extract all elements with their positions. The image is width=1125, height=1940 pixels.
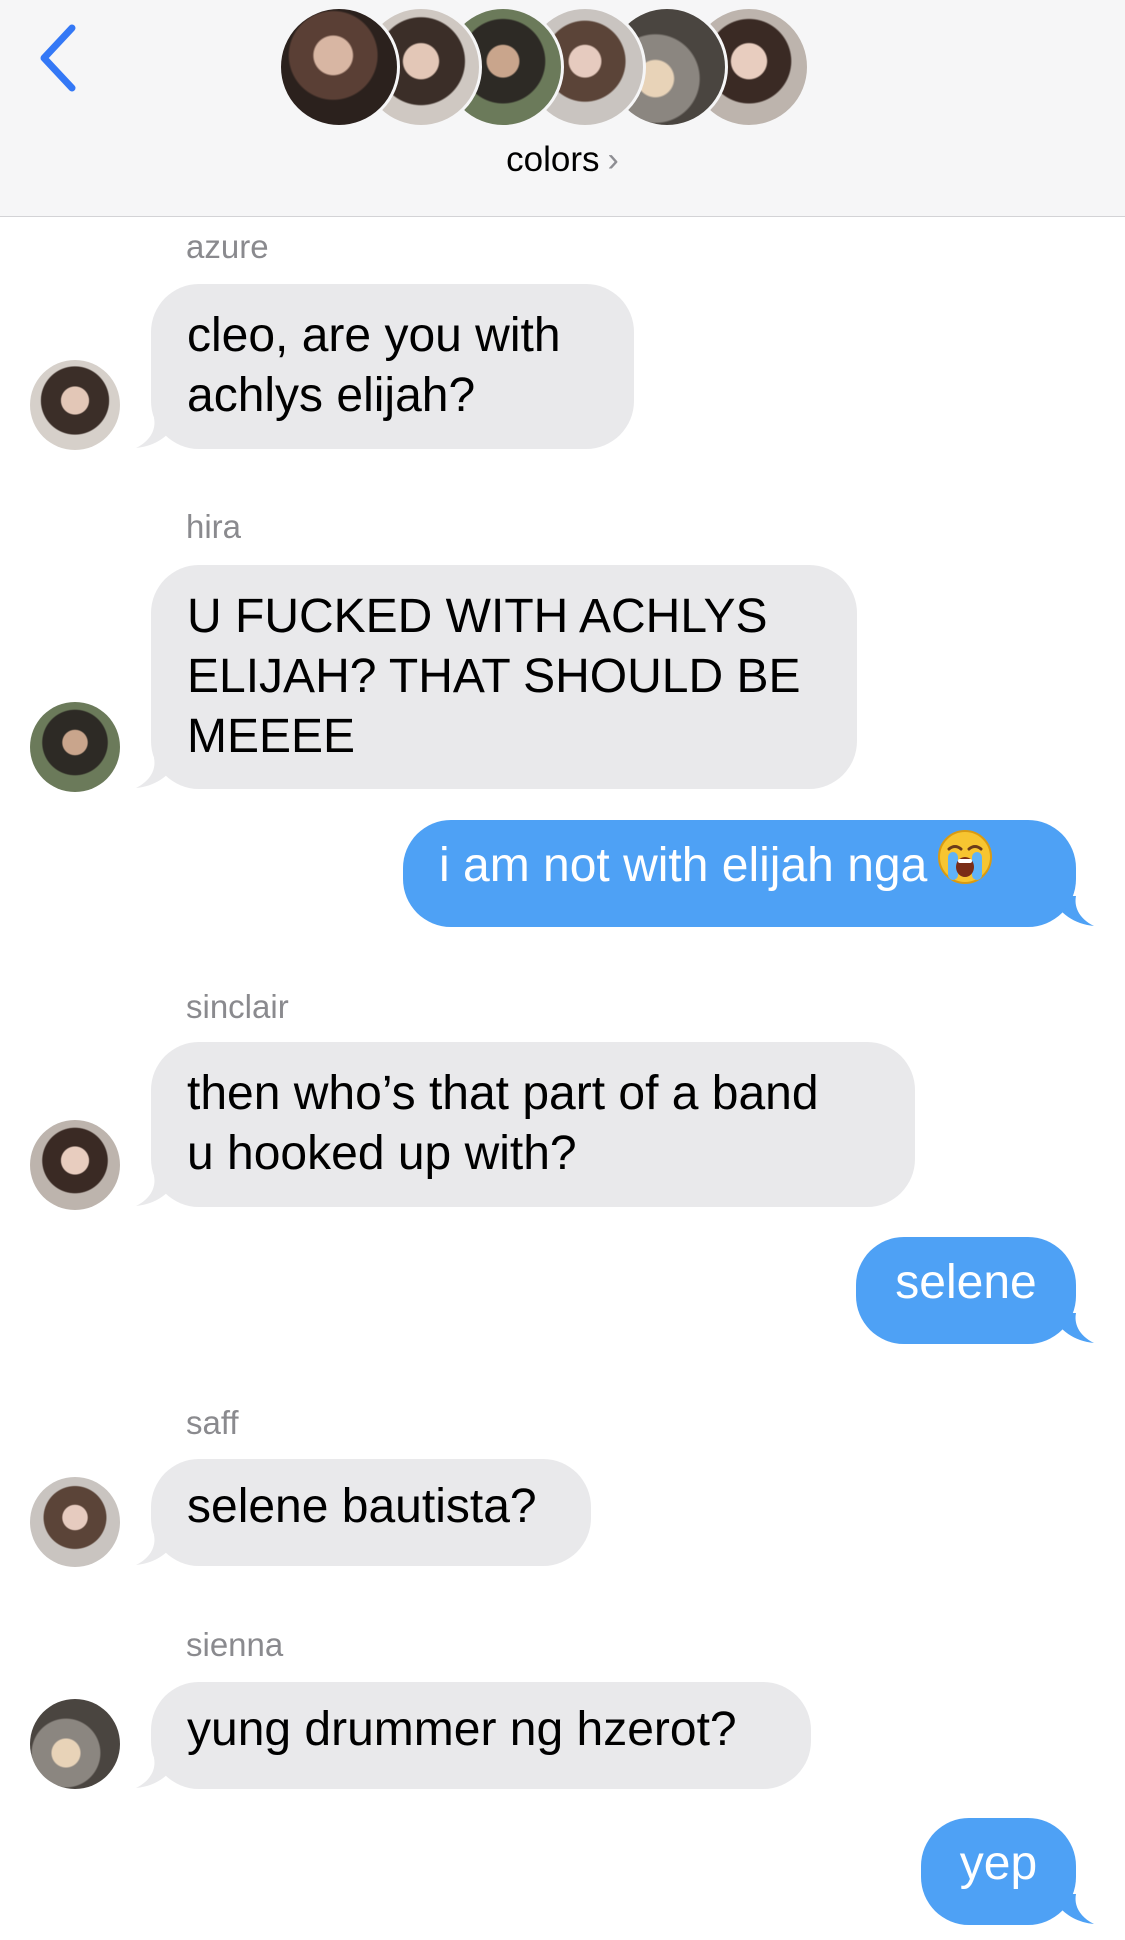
message-line: U FUCKED WITH ACHLYS bbox=[187, 590, 768, 643]
message-line: then who’s that part of a band bbox=[187, 1067, 819, 1120]
avatar[interactable] bbox=[30, 702, 120, 792]
message-bubble[interactable]: yung drummer ng hzerot? bbox=[151, 1682, 811, 1789]
sender-name: sinclair bbox=[186, 988, 289, 1025]
message-line: u hooked up with? bbox=[187, 1127, 577, 1180]
avatar bbox=[278, 6, 400, 128]
message-bubble[interactable]: cleo, are you with achlys elijah? bbox=[151, 284, 634, 449]
avatar[interactable] bbox=[30, 1477, 120, 1567]
sender-name: hira bbox=[186, 508, 242, 545]
message-line: achlys elijah? bbox=[187, 369, 476, 422]
message-bubble[interactable]: selene bautista? bbox=[151, 1459, 591, 1566]
message-bubble[interactable]: yep bbox=[921, 1818, 1076, 1925]
message-screen: colors › azure cleo, are you with achlys … bbox=[0, 0, 1125, 1940]
group-avatar-stack[interactable] bbox=[278, 6, 848, 130]
sender-name: sienna bbox=[186, 1626, 284, 1663]
message-line: ELIJAH? THAT SHOULD BE bbox=[187, 650, 801, 703]
message-text: yep bbox=[959, 1837, 1038, 1890]
chevron-left-icon bbox=[40, 24, 76, 92]
message-text: selene bbox=[895, 1256, 1037, 1309]
conversation-header: colors › bbox=[0, 0, 1125, 217]
message-line: selene bautista? bbox=[187, 1480, 537, 1533]
group-name-label: colors bbox=[506, 140, 600, 179]
message-line: MEEEE bbox=[187, 710, 356, 763]
message-text: i am not with elijah nga bbox=[439, 839, 928, 892]
avatar[interactable] bbox=[30, 360, 120, 450]
loudly-crying-face-icon bbox=[937, 829, 993, 900]
sender-name: saff bbox=[186, 1404, 239, 1441]
chevron-right-icon: › bbox=[607, 141, 619, 179]
message-line: yung drummer ng hzerot? bbox=[187, 1703, 737, 1756]
message-bubble[interactable]: then who’s that part of a band u hooked … bbox=[151, 1042, 915, 1207]
avatar[interactable] bbox=[30, 1120, 120, 1210]
avatar[interactable] bbox=[30, 1699, 120, 1789]
message-bubble[interactable]: i am not with elijah nga bbox=[403, 820, 1076, 927]
sender-name: azure bbox=[186, 228, 269, 265]
message-bubble[interactable]: selene bbox=[856, 1237, 1076, 1344]
back-button[interactable] bbox=[28, 18, 88, 98]
group-name[interactable]: colors › bbox=[0, 140, 1125, 180]
message-bubble[interactable]: U FUCKED WITH ACHLYS ELIJAH? THAT SHOULD… bbox=[151, 565, 857, 789]
message-line: cleo, are you with bbox=[187, 309, 561, 362]
